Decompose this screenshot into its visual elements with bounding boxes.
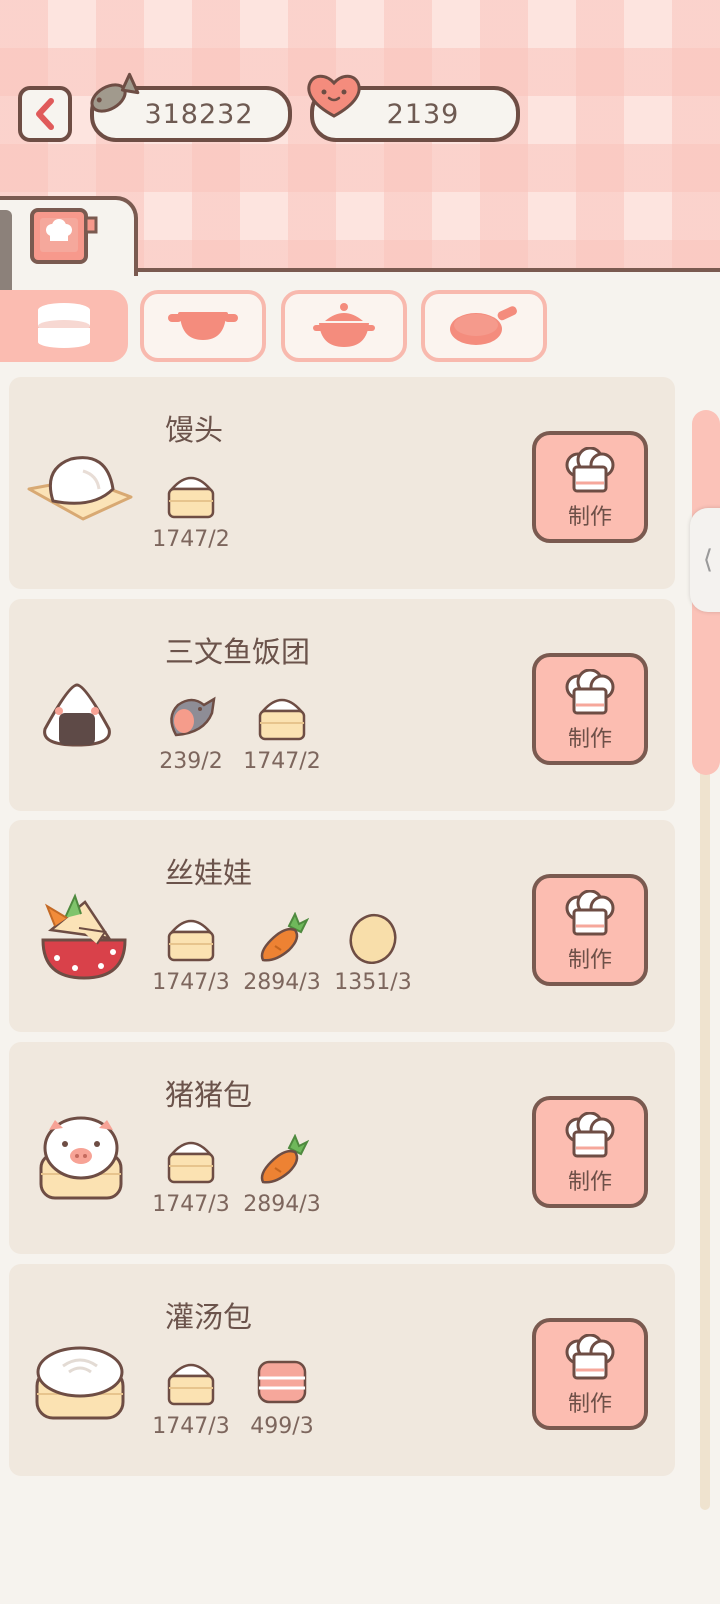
meat-icon	[257, 1360, 307, 1404]
ingredient: 1747/3	[143, 1356, 239, 1439]
side-panel-handle[interactable]: ⟨	[690, 508, 720, 612]
recipe-name: 丝娃娃	[165, 856, 253, 890]
tab-wok[interactable]	[140, 290, 266, 362]
ingredient: 1747/2	[234, 691, 330, 774]
ingredient-count: 2894/3	[243, 970, 321, 995]
make-button-label: 制作	[567, 948, 612, 973]
ingredient: 499/3	[234, 1356, 330, 1439]
recipe-book-icon	[30, 208, 98, 264]
ingredient-count: 1747/2	[243, 749, 321, 774]
wok-icon	[168, 312, 238, 340]
recipe-card: 三文鱼饭团 239/2 1747/2 制作	[9, 599, 675, 811]
ingredient: 1747/3	[143, 1134, 239, 1217]
make-button[interactable]: 制作	[532, 431, 648, 543]
tab-steamer[interactable]	[0, 290, 128, 362]
ingredient-count: 1747/3	[152, 1414, 230, 1439]
back-button[interactable]	[18, 86, 72, 142]
steamed-bun-icon	[27, 456, 133, 521]
recipe-book-tab[interactable]	[0, 196, 138, 276]
fish-currency-value: 318232	[144, 98, 254, 130]
ingredient: 1351/3	[325, 912, 421, 995]
chef-hat-icon	[565, 890, 615, 936]
flour-steamer-icon	[258, 698, 306, 741]
ingredient: 1747/3	[143, 912, 239, 995]
flour-steamer-icon	[167, 1141, 215, 1184]
make-button[interactable]: 制作	[532, 1096, 648, 1208]
flour-steamer-icon	[167, 476, 215, 519]
onigiri-icon	[43, 683, 111, 747]
ingredient-count: 499/3	[250, 1414, 314, 1439]
chevron-left-icon: ⟨	[702, 545, 714, 575]
ingredient-count: 1747/2	[152, 527, 230, 552]
soup-dumpling-icon	[35, 1346, 125, 1420]
ingredient-count: 239/2	[159, 749, 223, 774]
chevron-left-icon	[36, 98, 54, 130]
make-button[interactable]: 制作	[532, 653, 648, 765]
recipe-card: 馒头 1747/2 制作	[9, 377, 675, 589]
recipe-card: 丝娃娃 1747/3 2894/3 1351/3 制作	[9, 820, 675, 1032]
steamer-icon	[38, 303, 90, 348]
recipe-name: 猪猪包	[165, 1078, 253, 1112]
scrollbar-track[interactable]	[700, 760, 710, 1510]
chef-hat-icon	[565, 1334, 615, 1380]
chef-hat-icon	[565, 669, 615, 715]
ingredient: 2894/3	[234, 912, 330, 995]
ingredient-count: 2894/3	[243, 1192, 321, 1217]
clay-pot-icon	[313, 303, 375, 347]
tab-frying-pan[interactable]	[421, 290, 547, 362]
heart-face-icon	[307, 74, 361, 118]
frying-pan-icon	[450, 306, 517, 345]
egg-icon	[349, 913, 397, 964]
recipe-name: 灌汤包	[165, 1300, 253, 1334]
ingredient: 239/2	[143, 691, 239, 774]
make-button-label: 制作	[567, 1392, 612, 1417]
carrot-icon	[260, 912, 309, 962]
carrot-icon	[260, 1134, 309, 1184]
fish-icon	[90, 72, 140, 113]
ingredient-count: 1747/3	[152, 970, 230, 995]
recipe-card: 灌汤包 1747/3 499/3 制作	[9, 1264, 675, 1476]
make-button[interactable]: 制作	[532, 874, 648, 986]
make-button-label: 制作	[567, 727, 612, 752]
piggy-bun-icon	[39, 1116, 123, 1200]
ingredient-count: 1351/3	[334, 970, 412, 995]
chef-hat-icon	[565, 1112, 615, 1158]
heart-currency-value: 2139	[386, 98, 460, 130]
ingredient-count: 1747/3	[152, 1192, 230, 1217]
ingredient: 2894/3	[234, 1134, 330, 1217]
spring-roll-icon	[41, 893, 127, 980]
flour-steamer-icon	[167, 1363, 215, 1406]
chef-hat-icon	[565, 447, 615, 493]
salmon-icon	[170, 696, 216, 737]
recipe-name: 馒头	[165, 413, 224, 447]
ingredient: 1747/2	[143, 469, 239, 552]
make-button[interactable]: 制作	[532, 1318, 648, 1430]
tab-clay-pot[interactable]	[281, 290, 407, 362]
make-button-label: 制作	[567, 1170, 612, 1195]
recipe-name: 三文鱼饭团	[165, 635, 311, 669]
recipe-card: 猪猪包 1747/3 2894/3 制作	[9, 1042, 675, 1254]
make-button-label: 制作	[567, 505, 612, 530]
flour-steamer-icon	[167, 919, 215, 962]
